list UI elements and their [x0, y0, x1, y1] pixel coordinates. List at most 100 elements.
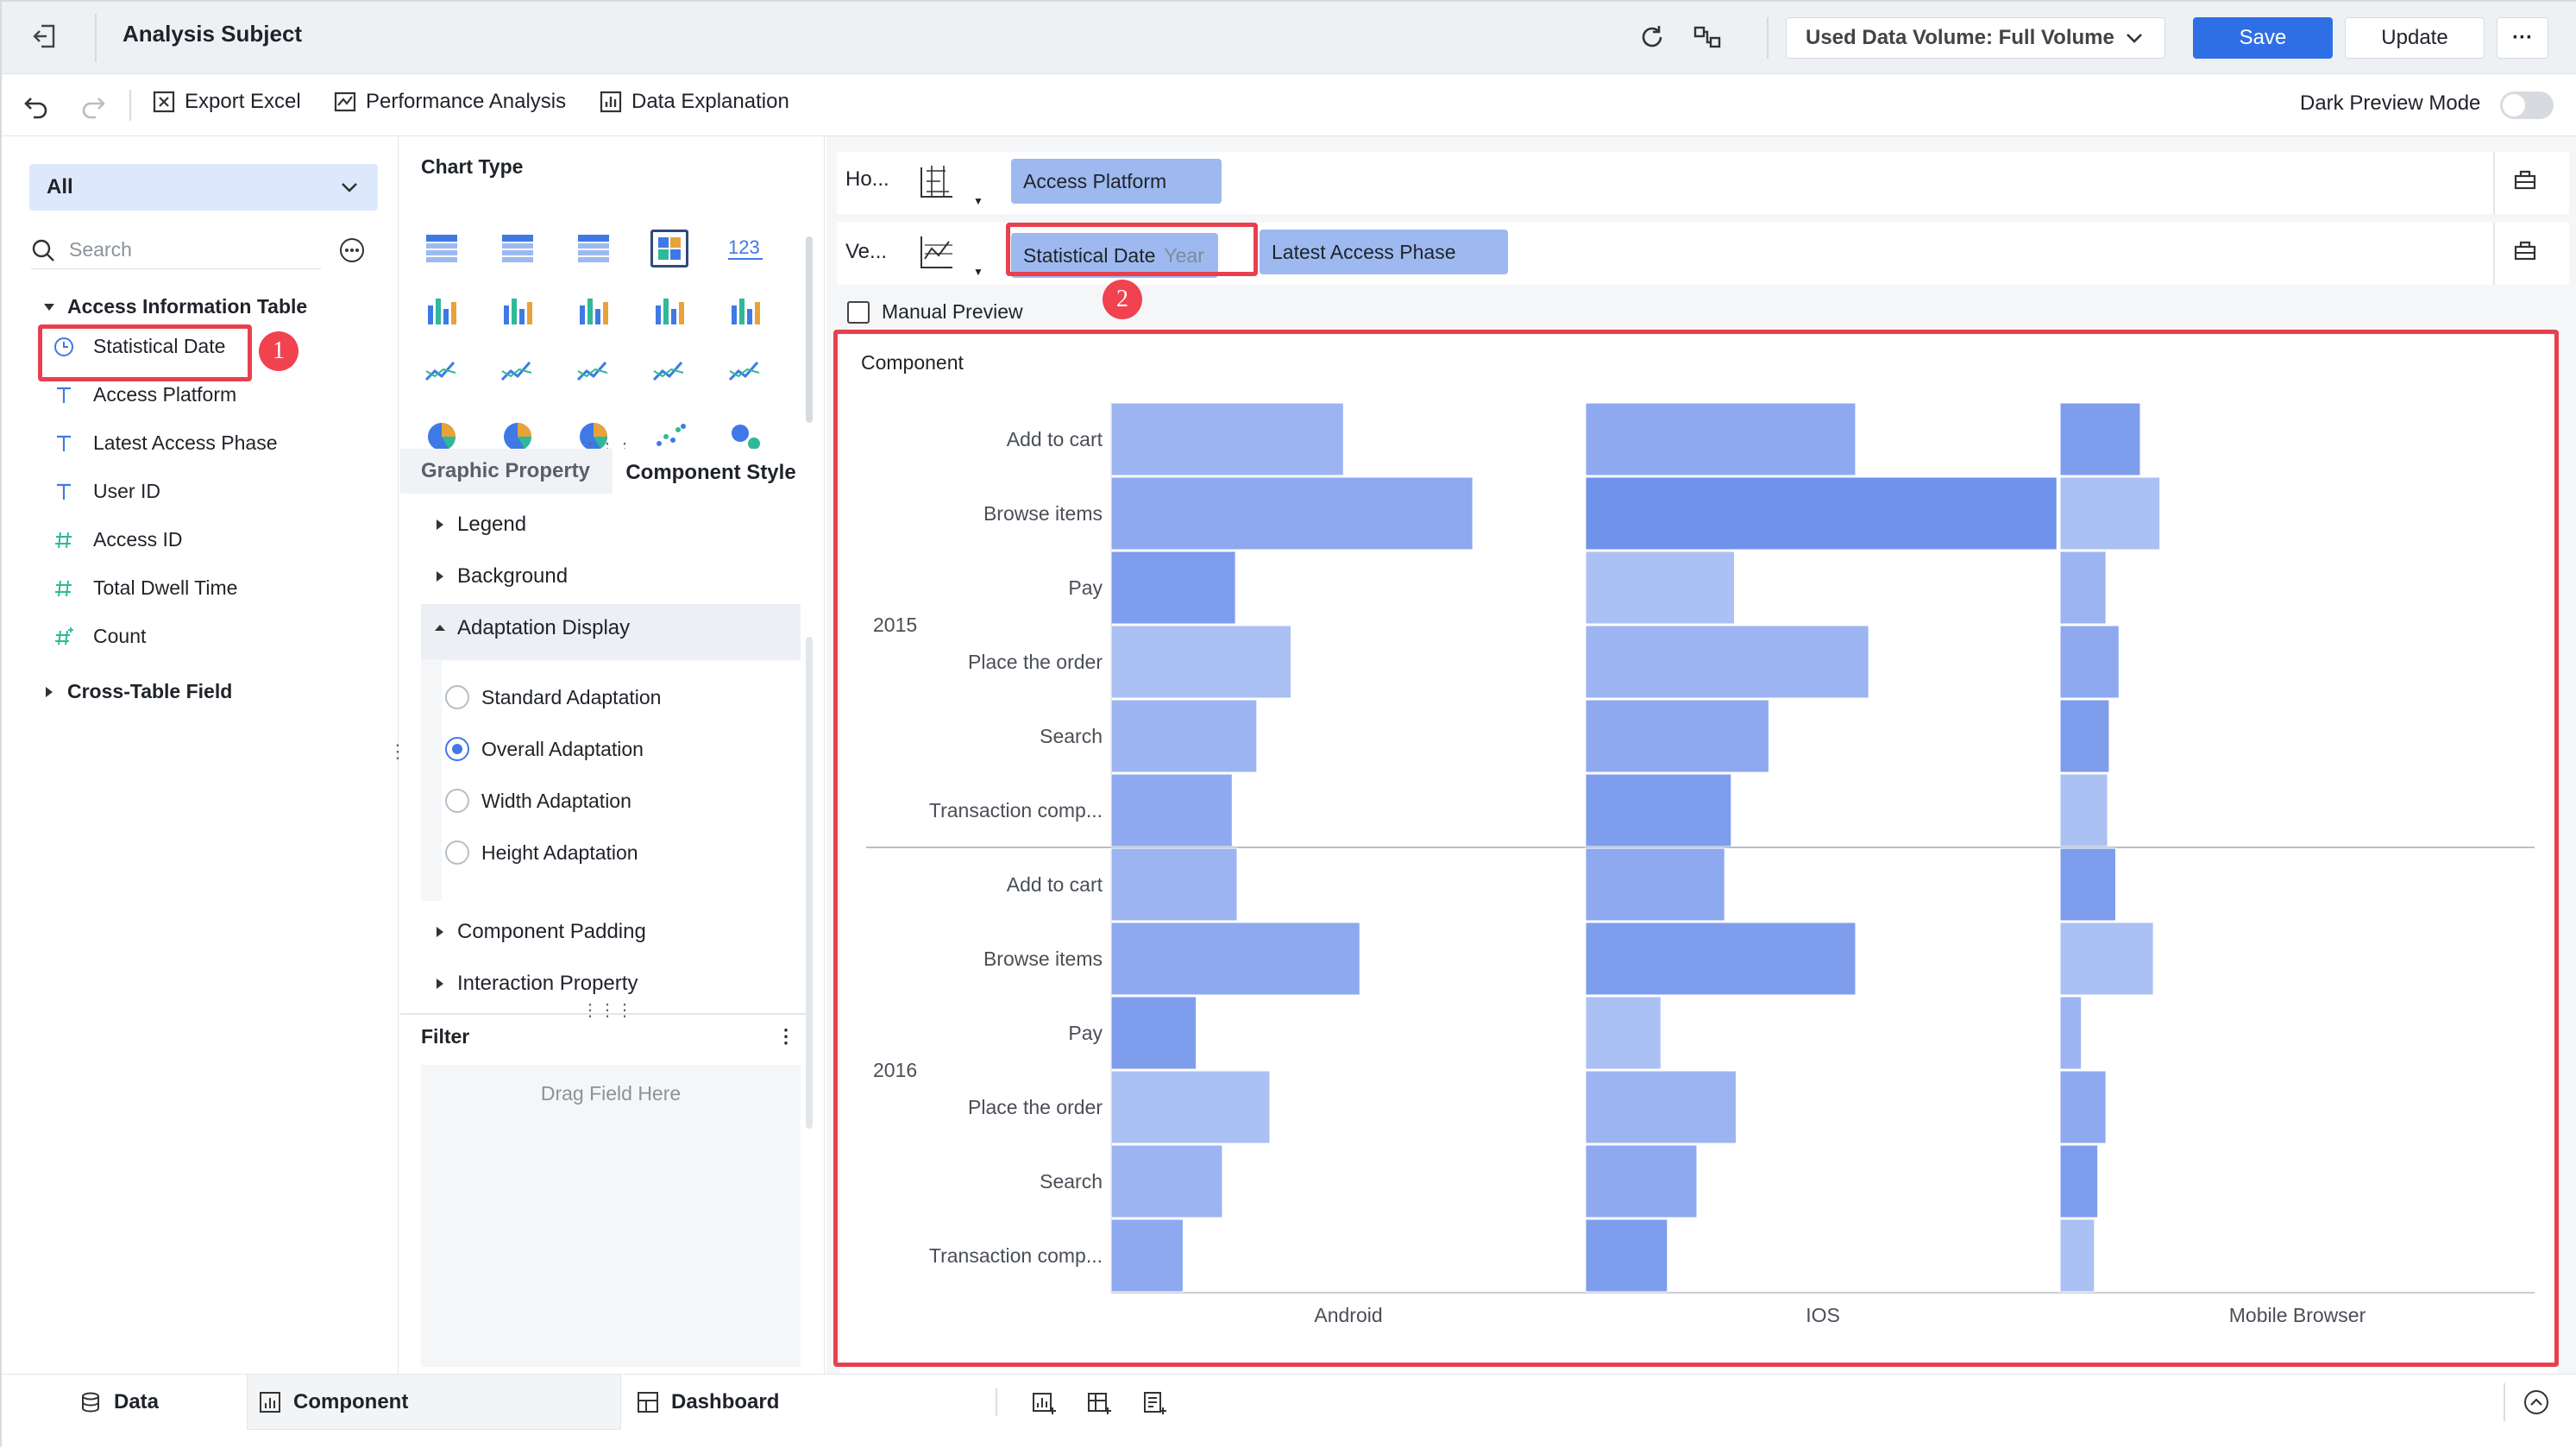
- collapse-up-icon[interactable]: [2523, 1388, 2550, 1416]
- annotation-highlight-2: [1006, 223, 1258, 276]
- section-label: Component Padding: [457, 920, 646, 943]
- radio-overall-adaptation[interactable]: Overall Adaptation: [445, 737, 644, 761]
- lock-icon[interactable]: [2512, 166, 2538, 192]
- dark-preview-label: Dark Preview Mode: [2300, 91, 2481, 115]
- filter-title: Filter: [421, 1025, 470, 1048]
- field-item-latest-access-phase[interactable]: Latest Access Phase: [53, 431, 278, 455]
- lock-icon[interactable]: [2512, 236, 2538, 262]
- filter-drop-zone[interactable]: Drag Field Here: [421, 1065, 801, 1367]
- table-filter-value: All: [47, 175, 73, 198]
- bar-icon[interactable]: [575, 292, 613, 330]
- more-options-button[interactable]: ···: [2497, 17, 2548, 59]
- annotation-highlight-chart: [833, 330, 2559, 1367]
- caret-down-icon[interactable]: ▼: [973, 195, 983, 207]
- stacked-bar-icon[interactable]: [423, 292, 461, 330]
- annotation-badge-1: 1: [259, 331, 298, 371]
- divider: [2493, 152, 2495, 214]
- tab-component-style[interactable]: Component Style: [613, 449, 809, 497]
- add-table-icon[interactable]: [1087, 1390, 1113, 1416]
- field-item-total-dwell-time[interactable]: Total Dwell Time: [53, 576, 237, 600]
- relation-icon[interactable]: [1693, 22, 1722, 52]
- cross-table-node[interactable]: Cross-Table Field: [43, 680, 232, 703]
- section-adaptation-display[interactable]: Adaptation Display: [435, 616, 630, 640]
- tab-data[interactable]: Data: [79, 1375, 159, 1430]
- more-circle-icon[interactable]: [338, 236, 366, 264]
- field-label: User ID: [93, 480, 160, 502]
- search-icon: [31, 238, 55, 262]
- tab-component[interactable]: Component: [259, 1375, 408, 1430]
- field-label: Latest Access Phase: [93, 431, 278, 454]
- exit-icon[interactable]: [31, 22, 59, 50]
- checkbox-box: [847, 300, 870, 324]
- kpi-card-icon[interactable]: [650, 230, 688, 268]
- section-legend[interactable]: Legend: [435, 513, 526, 537]
- divider: [2493, 223, 2495, 285]
- save-button[interactable]: Save: [2193, 17, 2333, 59]
- manual-preview-label: Manual Preview: [882, 300, 1023, 323]
- grouped-table-icon[interactable]: [499, 230, 537, 268]
- data-volume-select[interactable]: Used Data Volume: Full Volume: [1786, 17, 2165, 59]
- number-type-icon: [53, 578, 74, 599]
- export-excel-label: Export Excel: [185, 90, 301, 113]
- shelf-pill-latest-access-phase[interactable]: Latest Access Phase: [1260, 230, 1508, 274]
- waterfall-icon[interactable]: [726, 292, 764, 330]
- field-item-count[interactable]: Count: [53, 625, 146, 648]
- scrollbar[interactable]: [806, 236, 813, 423]
- field-item-access-platform[interactable]: Access Platform: [53, 383, 236, 406]
- section-label: Legend: [457, 513, 527, 536]
- tab-label: Data: [114, 1390, 160, 1413]
- manual-preview-checkbox[interactable]: Manual Preview: [847, 300, 1023, 324]
- field-item-user-id[interactable]: User ID: [53, 480, 160, 503]
- redo-icon[interactable]: [79, 91, 107, 119]
- grouped-bar-icon[interactable]: [499, 292, 537, 330]
- section-component-padding[interactable]: Component Padding: [435, 920, 646, 944]
- radio-circle: [445, 789, 469, 813]
- line-icon[interactable]: [423, 354, 461, 392]
- horizontal-axis-icon[interactable]: [918, 162, 956, 200]
- field-item-access-id[interactable]: Access ID: [53, 528, 183, 551]
- text-type-icon: [53, 482, 74, 502]
- page-title: Analysis Subject: [123, 21, 303, 47]
- bar-horizontal-icon[interactable]: [650, 292, 688, 330]
- data-explanation-button[interactable]: Data Explanation: [599, 90, 789, 114]
- refresh-icon[interactable]: [1637, 22, 1667, 52]
- vertical-axis-icon[interactable]: [918, 233, 956, 271]
- dark-preview-toggle[interactable]: [2500, 91, 2554, 119]
- export-excel-button[interactable]: Export Excel: [152, 90, 301, 114]
- area-icon[interactable]: [650, 354, 688, 392]
- tab-graphic-property[interactable]: Graphic Property: [400, 449, 611, 494]
- shelf-pill-access-platform[interactable]: Access Platform: [1011, 159, 1222, 204]
- table-node[interactable]: Access Information Table: [43, 295, 307, 318]
- add-component-icon[interactable]: [1032, 1390, 1058, 1416]
- tab-dashboard[interactable]: Dashboard: [637, 1375, 779, 1430]
- radio-circle: [445, 685, 469, 709]
- cross-table-icon[interactable]: [423, 230, 461, 268]
- toolbar: Export Excel Performance Analysis Data E…: [2, 74, 2576, 136]
- header-bar: Analysis Subject Used Data Volume: Full …: [2, 2, 2576, 74]
- performance-icon: [333, 90, 357, 114]
- radio-standard-adaptation[interactable]: Standard Adaptation: [445, 685, 661, 709]
- update-button[interactable]: Update: [2345, 17, 2485, 59]
- number-icon[interactable]: 123: [726, 230, 764, 268]
- divider: [1767, 17, 1769, 59]
- caret-down-icon[interactable]: ▼: [973, 266, 983, 278]
- drag-handle-icon[interactable]: ⋮⋮⋮: [581, 999, 633, 1021]
- dashboard-icon: [637, 1391, 659, 1413]
- radar-icon[interactable]: [499, 354, 537, 392]
- text-type-icon: [53, 385, 74, 406]
- undo-icon[interactable]: [22, 91, 50, 119]
- table-filter-select[interactable]: All: [29, 164, 378, 211]
- performance-analysis-button[interactable]: Performance Analysis: [333, 90, 566, 114]
- add-report-icon[interactable]: [1142, 1390, 1168, 1416]
- gauge-icon[interactable]: [726, 354, 764, 392]
- radio-width-adaptation[interactable]: Width Adaptation: [445, 789, 631, 813]
- field-search[interactable]: Search: [31, 231, 321, 269]
- filter-more-icon[interactable]: ⋮: [776, 1025, 795, 1048]
- polygon-icon[interactable]: [575, 354, 613, 392]
- radio-height-adaptation[interactable]: Height Adaptation: [445, 840, 638, 865]
- section-interaction-property[interactable]: Interaction Property: [435, 972, 638, 996]
- caret-down-icon: [435, 623, 445, 633]
- scrollbar[interactable]: [806, 637, 813, 1129]
- detail-table-icon[interactable]: [575, 230, 613, 268]
- section-background[interactable]: Background: [435, 564, 568, 589]
